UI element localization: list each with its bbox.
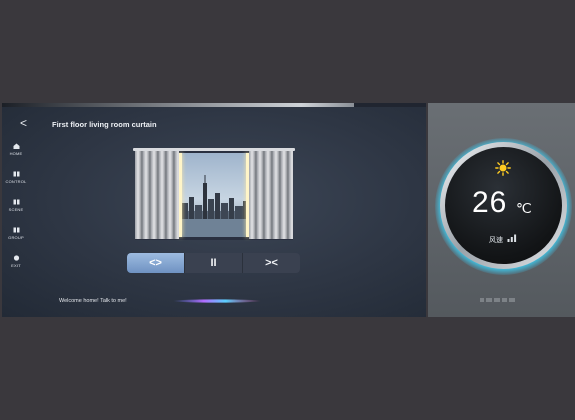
- temperature-value: 26: [472, 186, 508, 219]
- left-curtain: [135, 151, 179, 239]
- curtain-illustration: [133, 148, 295, 240]
- sun-icon: [495, 160, 511, 176]
- close-curtain-button[interactable]: ><: [242, 253, 300, 273]
- fan-speed-level-icon: [507, 234, 517, 242]
- open-curtain-button[interactable]: <>: [127, 253, 184, 273]
- curtain-rod: [133, 148, 295, 151]
- city-skyline-icon: [179, 175, 249, 237]
- page-title: First floor living room curtain: [52, 120, 157, 129]
- back-button[interactable]: <: [20, 117, 27, 129]
- sidebar-item-label: EXIT: [11, 263, 21, 268]
- sidebar-item-home[interactable]: HOME: [2, 143, 30, 156]
- welcome-message: Welcome home! Talk to me!: [59, 298, 127, 304]
- sidebar-item-label: GROUP: [8, 235, 24, 240]
- sidebar-item-label: CONTROL: [5, 179, 27, 184]
- curtain-control-screen: < First floor living room curtain HOME C…: [2, 103, 426, 317]
- home-icon: [13, 143, 19, 149]
- sidebar-item-exit[interactable]: EXIT: [2, 255, 30, 268]
- sidebar-item-control[interactable]: CONTROL: [2, 171, 30, 184]
- sidebar-item-group[interactable]: GROUP: [2, 227, 30, 240]
- control-icon: [13, 171, 19, 177]
- sidebar-item-label: SCENE: [8, 207, 24, 212]
- brand-logo-icon: [480, 298, 515, 302]
- sidebar-item-label: HOME: [9, 151, 23, 156]
- curtain-controls: <> II ><: [127, 253, 300, 273]
- right-curtain: [249, 151, 293, 239]
- pause-curtain-button[interactable]: II: [184, 253, 242, 273]
- fan-speed-label: 风速: [489, 237, 503, 244]
- light-strip-left: [179, 153, 182, 237]
- screen-top-bezel: [2, 103, 354, 107]
- voice-wave-icon[interactable]: [172, 299, 262, 303]
- sidebar-item-scene[interactable]: SCENE: [2, 199, 30, 212]
- screen-top-bezel-tail: [354, 103, 426, 107]
- city-view-image: [179, 153, 249, 237]
- temperature-unit: ℃: [516, 200, 532, 216]
- exit-icon: [13, 255, 19, 261]
- group-icon: [13, 227, 19, 233]
- scene-icon: [13, 199, 19, 205]
